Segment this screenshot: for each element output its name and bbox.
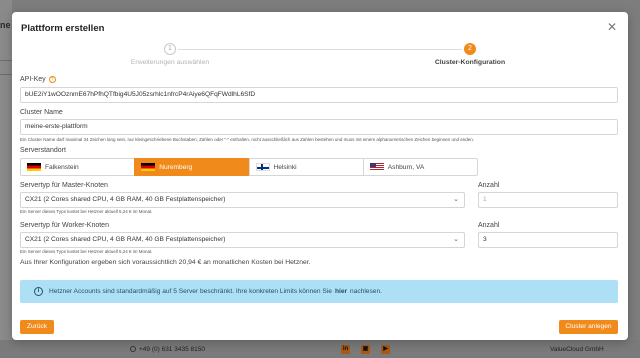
linkedin-icon: in [341,345,350,354]
master-count-input[interactable]: 1 [478,192,618,208]
master-type-select[interactable]: CX21 (2 Cores shared CPU, 4 GB RAM, 40 G… [20,192,465,208]
worker-type-label: Servertyp für Worker-Knoten [20,222,109,229]
api-key-label-text: API-Key [20,76,46,83]
phone-icon [130,346,136,352]
location-ashburn[interactable]: Ashburn, VA [362,158,478,176]
finland-flag-icon [255,163,270,171]
api-key-input[interactable]: bUE2iY1wOOznmE67hPfhQTfbig4U5J05zsrhlc1n… [20,87,618,103]
cluster-name-input[interactable]: meine-erste-plattform [20,119,618,135]
location-label-text: Ashburn, VA [387,163,425,171]
help-icon[interactable]: ? [48,76,56,83]
step-number: 2 [464,43,476,55]
location-label: Serverstandort [20,147,66,154]
info-text: Hetzner Accounts sind standardmäßig auf … [49,288,332,295]
step-label: Erweiterungen auswählen [130,59,210,66]
step-extensions[interactable]: 1 Erweiterungen auswählen [120,43,220,66]
location-label-text: Falkenstein [45,163,79,171]
youtube-icon: ▶ [381,345,390,354]
close-icon[interactable]: ✕ [607,21,617,33]
worker-count-input[interactable]: 3 [478,232,618,248]
chevron-down-icon: ⌄ [453,196,459,203]
germany-flag-icon [141,163,156,171]
location-falkenstein[interactable]: Falkenstein [20,158,136,176]
background-divider [0,60,12,61]
create-cluster-button[interactable]: Cluster anlegen [559,320,618,334]
footer-phone-text: +49 (0) 631 3435 8150 [139,346,205,353]
background-title: ne [0,20,11,30]
footer-phone: +49 (0) 631 3435 8150 [130,346,205,353]
background-footer [0,340,640,358]
worker-type-select[interactable]: CX21 (2 Cores shared CPU, 4 GB RAM, 40 G… [20,232,465,248]
location-helsinki[interactable]: Helsinki [248,158,364,176]
step-label: Cluster-Konfiguration [434,59,506,66]
location-label-text: Nuremberg [159,163,193,171]
location-nuremberg[interactable]: Nuremberg [134,158,250,176]
chevron-down-icon: ⌄ [453,236,459,243]
usa-flag-icon [369,163,384,171]
master-type-label: Servertyp für Master-Knoten [20,182,108,189]
location-selector: Falkenstein Nuremberg Helsinki Ashburn, … [20,158,478,176]
worker-count-label: Anzahl [478,222,500,229]
master-count-label: Anzahl [478,182,500,189]
dialog-header: Plattform erstellen ✕ [12,12,628,44]
background-divider [0,74,12,75]
create-platform-dialog: Plattform erstellen ✕ 1 Erweiterungen au… [12,12,628,340]
info-text-end: nachlesen. [350,288,382,295]
master-type-hint: Ein Server dieses Typs kostet bei Hetzne… [20,209,153,214]
background-page [0,0,12,358]
step-number: 1 [164,43,176,55]
info-icon: i [34,287,43,296]
info-alert: i Hetzner Accounts sind standardmäßig au… [20,280,618,303]
limits-link[interactable]: hier [335,288,347,295]
cluster-name-label: Cluster Name [20,109,63,116]
worker-type-hint: Ein Server dieses Typs kostet bei Hetzne… [20,249,153,254]
api-key-label: API-Key? [20,76,56,83]
cost-summary: Aus Ihrer Konfiguration ergeben sich vor… [20,259,311,266]
worker-type-value: CX21 (2 Cores shared CPU, 4 GB RAM, 40 G… [25,236,226,243]
step-cluster-config: 2 Cluster-Konfiguration [420,43,520,66]
back-button[interactable]: Zurück [20,320,54,334]
cluster-name-hint: Ein Cluster Name darf maximal 34 Zeichen… [20,137,474,142]
dialog-title: Plattform erstellen [21,23,105,34]
footer-company: ValueCloud GmbH [550,346,604,353]
xing-icon: ▣ [361,345,370,354]
germany-flag-icon [27,163,41,171]
master-type-value: CX21 (2 Cores shared CPU, 4 GB RAM, 40 G… [25,196,226,203]
location-label-text: Helsinki [273,163,297,171]
